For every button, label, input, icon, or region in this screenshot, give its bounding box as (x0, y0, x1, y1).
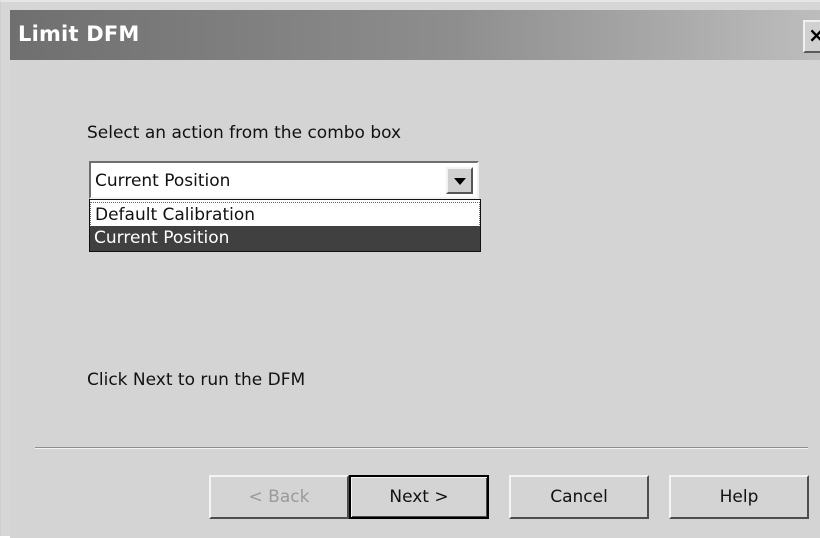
hint-label: Click Next to run the DFM (87, 370, 306, 390)
separator-line (35, 447, 808, 449)
combo-dropdown-list: Default Calibration Current Position (89, 199, 481, 252)
dialog-window: Limit DFM × Select an action from the co… (0, 0, 820, 538)
back-button[interactable]: < Back (209, 475, 349, 519)
instruction-label: Select an action from the combo box (87, 123, 402, 143)
dropdown-option-default-calibration[interactable]: Default Calibration (90, 202, 480, 227)
combo-dropdown-button[interactable] (446, 167, 473, 194)
window-title: Limit DFM (18, 22, 140, 46)
cancel-button[interactable]: Cancel (509, 475, 649, 519)
close-button[interactable]: × (803, 20, 820, 53)
help-button[interactable]: Help (669, 475, 809, 519)
close-icon: × (808, 23, 820, 47)
action-combo-box[interactable]: Current Position (89, 161, 479, 199)
next-button[interactable]: Next > (349, 475, 489, 519)
dropdown-option-current-position[interactable]: Current Position (90, 226, 480, 251)
combo-selected-value: Current Position (95, 171, 231, 191)
title-bar: Limit DFM × (10, 10, 820, 60)
chevron-down-icon (454, 178, 466, 185)
